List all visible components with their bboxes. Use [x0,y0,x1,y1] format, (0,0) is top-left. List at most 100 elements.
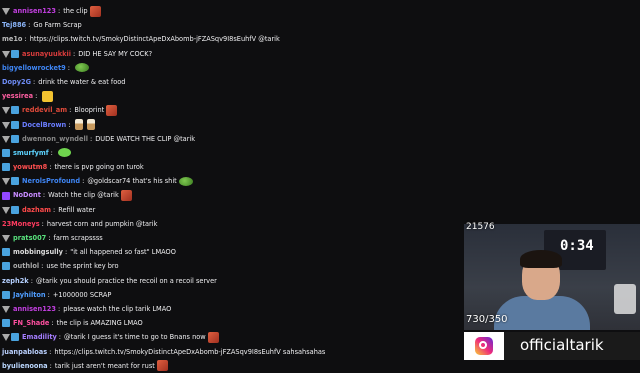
chat-message: outhlol: use the sprint key bro [0,259,460,273]
badge-group [2,319,11,328]
sub-badge-icon[interactable] [2,319,10,328]
mod-badge-icon[interactable] [2,8,10,16]
chat-separator: : [67,63,70,72]
chat-message: dazham: Refill water [0,203,460,217]
mod-badge-icon[interactable] [2,178,10,186]
chat-username[interactable]: dwennon_wyndell [22,132,88,146]
chat-username[interactable]: reddevil_am [22,103,67,117]
chat-message: juanpabloas: https://clips.twitch.tv/Smok… [0,345,460,359]
chat-separator: : [50,148,53,157]
sub-badge-icon[interactable] [11,205,19,214]
chat-username[interactable]: prats007 [13,231,46,245]
chat-username[interactable]: 23Moneys [2,217,40,231]
badge-group [2,7,11,16]
chat-text: use the sprint key bro [46,262,119,271]
mod-badge-icon[interactable] [2,107,10,115]
sub-badge-icon[interactable] [11,120,19,129]
sub-badge-icon[interactable] [2,248,10,257]
badge-group [2,234,11,243]
chat-username[interactable]: FN_Shade [13,316,49,330]
sub-badge-icon[interactable] [11,49,19,58]
badge-group [2,262,11,271]
chat-username[interactable]: smurfymf [13,146,49,160]
sub-badge-icon[interactable] [11,177,19,186]
chat-text: the clip is AMAZING LMAO [56,319,143,328]
chat-panel: annisen123: the clip Tej886: Go Farm Scrap m… [0,4,460,373]
chat-username[interactable]: outhlol [13,259,39,273]
chat-username[interactable]: Tej886 [2,18,26,32]
chat-username[interactable]: annisen123 [13,4,56,18]
chat-message: prats007: farm scrapssss [0,231,460,245]
badge-group [2,205,20,214]
chat-username[interactable]: yowutm8 [13,160,47,174]
chat-separator: : [35,92,38,101]
chat-separator: : [28,21,31,30]
badge-group [2,191,11,200]
chat-username[interactable]: zeph2k [2,274,29,288]
mod-badge-icon[interactable] [2,121,10,129]
chat-username[interactable]: NoDont [13,188,41,202]
mod-badge-icon[interactable] [2,206,10,214]
chat-message: annisen123: please watch the clip tarik L… [0,302,460,316]
prime-badge-icon[interactable] [2,191,10,200]
face-emote-icon [156,360,168,372]
chat-message: smurfymf: [0,146,460,160]
face-emote-icon [207,331,219,343]
mod-badge-icon[interactable] [2,135,10,143]
sub-badge-icon[interactable] [11,134,19,143]
sub-badge-icon[interactable] [2,262,10,271]
frog-emote-icon [74,63,89,73]
frog-emote-icon [178,176,193,186]
badge-group [2,248,11,257]
chat-username[interactable]: annisen123 [13,302,56,316]
chat-separator: : [68,120,71,129]
resolution-readout: 730/350 [466,314,508,325]
chat-username[interactable]: DocelBrown [22,118,66,132]
mod-badge-icon[interactable] [2,306,10,314]
stream-clock: 0:34 [560,238,594,254]
sub-badge-icon[interactable] [11,333,19,342]
chat-separator: : [49,163,52,172]
chat-text: Refill water [58,205,96,214]
chat-username[interactable]: dazham [22,203,51,217]
mod-badge-icon[interactable] [2,334,10,342]
chat-username[interactable]: me1o [2,32,22,46]
chat-username[interactable]: asunayuukkii [22,47,71,61]
chat-text: tarik just aren't meant for rust [54,361,155,370]
chat-username[interactable]: NerolsProfound [22,174,80,188]
chat-separator: : [33,77,36,86]
chat-message: me1o: https://clips.twitch.tv/SmokyDistin… [0,32,460,46]
chat-text: @tarik I guess it's time to go to Bnans … [64,333,206,342]
chat-message: byulienoona: tarik just aren't meant for … [0,359,460,373]
chat-username[interactable]: mobbingsully [13,245,63,259]
chat-username[interactable]: Jayhilton [13,288,46,302]
sub-badge-icon[interactable] [2,163,10,172]
sub-badge-icon[interactable] [2,290,10,299]
streamer-hair [520,250,562,268]
chat-username[interactable]: byulienoona [2,359,48,373]
chat-message: DocelBrown: [0,118,460,132]
chat-separator: : [47,290,50,299]
chat-username[interactable]: Dopy2G [2,75,31,89]
chat-username[interactable]: bigyellowrocket9 [2,61,66,75]
mod-badge-icon[interactable] [2,50,10,58]
badge-group [2,148,11,157]
chat-text: DID HE SAY MY COCK? [78,49,153,58]
chat-text: farm scrapssss [53,234,103,242]
chat-message: yowutm8: there is pvp going on turok [0,160,460,174]
mod-badge-icon[interactable] [2,235,10,243]
cone-emote-icon [75,119,84,131]
chat-separator: : [82,177,85,186]
chat-separator: : [57,7,61,15]
instagram-icon-box [464,332,504,360]
chat-message: bigyellowrocket9: [0,61,460,75]
sub-badge-icon[interactable] [2,148,10,157]
chat-message: Tej886: Go Farm Scrap [0,18,460,32]
sub-badge-icon[interactable] [11,106,19,115]
chat-separator: : [51,319,54,328]
streamer-body [494,296,590,330]
chat-text: Go Farm Scrap [33,21,82,30]
chat-username[interactable]: yessirea [2,89,33,103]
chat-username[interactable]: juanpabloas [2,345,47,359]
chat-username[interactable]: Emadility [22,330,57,344]
